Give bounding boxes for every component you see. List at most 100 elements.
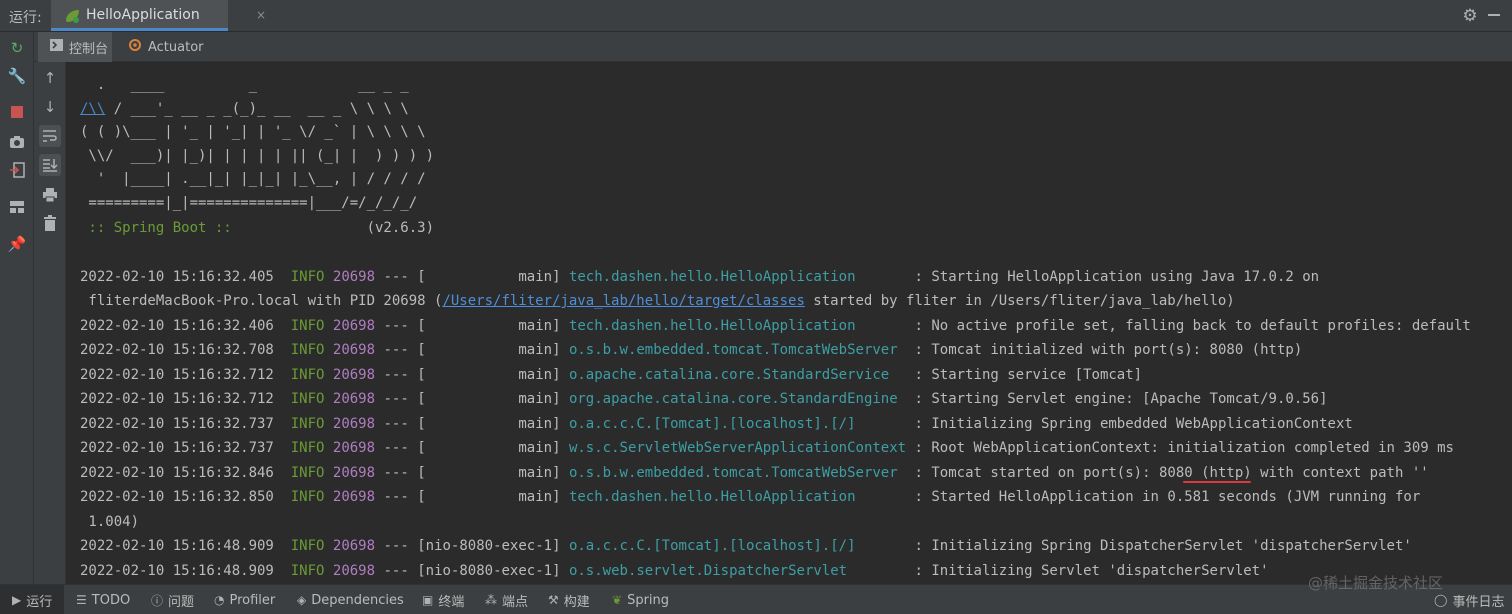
banner-line: . ____ _ __ _ _ (80, 77, 409, 93)
log-line: 2022-02-10 15:16:32.850 INFO 20698 --- [… (80, 487, 1420, 507)
log-message: : Started HelloApplication in 0.581 seco… (906, 489, 1421, 505)
log-line: 2022-02-10 15:16:32.406 INFO 20698 --- [… (80, 316, 1471, 336)
log-pid: 20698 (332, 538, 376, 554)
log-logger[interactable]: tech.dashen.hello.HelloApplication (569, 269, 906, 285)
log-line: 2022-02-10 15:16:32.737 INFO 20698 --- [… (80, 438, 1454, 458)
minimize-icon[interactable] (1488, 14, 1500, 16)
log-timestamp: 2022-02-10 15:16:32.712 (80, 391, 274, 407)
log-continuation: 1.004) (80, 514, 140, 530)
log-message: : Initializing Spring embedded WebApplic… (906, 416, 1353, 432)
log-timestamp: 2022-02-10 15:16:32.737 (80, 416, 274, 432)
arrow-down-icon[interactable]: ↓ (39, 96, 61, 118)
log-pid: 20698 (332, 391, 376, 407)
trash-icon[interactable] (39, 212, 61, 234)
log-logger[interactable]: org.apache.catalina.core.StandardEngine (569, 391, 906, 407)
log-level: INFO (290, 367, 325, 383)
log-logger[interactable]: o.s.b.w.embedded.tomcat.TomcatWebServer (569, 465, 906, 481)
log-level: INFO (290, 465, 325, 481)
run-tool-window-header: 运行: HelloApplication × ⚙ (0, 0, 1512, 32)
layout-icon[interactable] (8, 198, 26, 216)
log-timestamp: 2022-02-10 15:16:48.909 (80, 538, 274, 554)
log-line: 2022-02-10 15:16:32.737 INFO 20698 --- [… (80, 414, 1353, 434)
wrench-icon[interactable]: 🔧 (8, 67, 27, 85)
log-thread: main] (425, 342, 561, 358)
tool-endpoints-label: 端点 (502, 594, 529, 610)
tool-run[interactable]: ▶ 运行 (0, 585, 64, 614)
log-logger[interactable]: o.s.b.w.embedded.tomcat.TomcatWebServer (569, 342, 906, 358)
close-icon[interactable]: × (256, 8, 266, 22)
banner-line: \\/ ___)| |_)| | | | | || (_| | ) ) ) ) (80, 148, 435, 164)
tool-terminal[interactable]: ▣ 终端 (422, 585, 464, 614)
log-pid: 20698 (332, 563, 376, 579)
rerun-icon[interactable]: ↻ (8, 39, 26, 57)
log-separator: --- [ (383, 416, 426, 432)
log-level: INFO (290, 269, 325, 285)
log-separator: --- [ (383, 465, 426, 481)
soft-wrap-icon[interactable] (39, 125, 61, 147)
tab-console-label: 控制台 (69, 41, 109, 57)
tool-dependencies[interactable]: ◈ Dependencies (297, 585, 404, 614)
log-thread: main] (425, 367, 561, 383)
tab-hello-application[interactable]: HelloApplication × (51, 0, 266, 31)
log-timestamp: 2022-02-10 15:16:32.850 (80, 489, 274, 505)
banner-line-rest: / ___'_ __ _ _(_)_ __ __ _ \ \ \ \ (105, 101, 409, 117)
log-separator: --- [ (383, 318, 426, 334)
tool-profiler[interactable]: ◔ Profiler (214, 585, 275, 614)
camera-icon[interactable] (8, 133, 26, 151)
tool-dependencies-label: Dependencies (311, 592, 404, 608)
log-level: INFO (290, 342, 325, 358)
actuator-icon (128, 38, 142, 56)
spring-boot-icon (66, 10, 79, 23)
log-message: : Starting service [Tomcat] (906, 367, 1143, 383)
log-level: INFO (290, 391, 325, 407)
tool-problems[interactable]: ⓘ 问题 (151, 585, 194, 614)
speech-bubble-icon: ◯ (1434, 593, 1448, 607)
console-icon (50, 39, 63, 55)
run-subtabs: 控制台 Actuator (34, 32, 1512, 62)
log-logger[interactable]: o.a.c.c.C.[Tomcat].[localhost].[/] (569, 416, 906, 432)
log-line: 2022-02-10 15:16:48.909 INFO 20698 --- [… (80, 536, 1412, 556)
spring-icon: ❦ (612, 593, 623, 607)
tool-problems-label: 问题 (168, 594, 195, 610)
log-timestamp: 2022-02-10 15:16:32.405 (80, 269, 274, 285)
tool-spring[interactable]: ❦ Spring (612, 585, 669, 614)
log-logger[interactable]: o.a.c.c.C.[Tomcat].[localhost].[/] (569, 538, 906, 554)
log-timestamp: 2022-02-10 15:16:32.406 (80, 318, 274, 334)
banner-slash: /\\ (80, 101, 106, 117)
pin-icon[interactable]: 📌 (8, 235, 27, 253)
banner-line: ' |____| .__|_| |_|_| |_\__, | / / / / (80, 171, 426, 187)
log-pid: 20698 (332, 489, 376, 505)
tab-console[interactable]: 控制台 (38, 32, 112, 62)
log-pid: 20698 (332, 465, 376, 481)
arrow-up-icon[interactable]: ↑ (39, 67, 61, 89)
log-logger[interactable]: tech.dashen.hello.HelloApplication (569, 318, 906, 334)
scroll-to-end-icon[interactable] (39, 154, 61, 176)
log-thread: main] (425, 318, 561, 334)
info-icon: ⓘ (151, 593, 164, 608)
exit-icon[interactable] (8, 161, 26, 179)
console-output[interactable]: . ____ _ __ _ _ /\\ / ___'_ __ _ _(_)_ _… (67, 62, 1512, 584)
tool-build[interactable]: ⚒ 构建 (548, 585, 590, 614)
log-pid: 20698 (332, 416, 376, 432)
log-timestamp: 2022-02-10 15:16:32.737 (80, 440, 274, 456)
log-pid: 20698 (332, 342, 376, 358)
tool-endpoints[interactable]: ⁂ 端点 (485, 585, 528, 614)
log-logger[interactable]: w.s.c.ServletWebServerApplicationContext (569, 440, 906, 456)
tool-todo[interactable]: ☰ TODO (76, 585, 130, 614)
log-thread: main] (425, 440, 561, 456)
log-logger[interactable]: o.apache.catalina.core.StandardService (569, 367, 906, 383)
terminal-icon: ▣ (422, 593, 434, 607)
log-line: 2022-02-10 15:16:48.909 INFO 20698 --- [… (80, 561, 1269, 581)
banner-line: /\\ / ___'_ __ _ _(_)_ __ __ _ \ \ \ \ (80, 99, 409, 119)
log-thread: main] (425, 465, 561, 481)
log-logger[interactable]: tech.dashen.hello.HelloApplication (569, 489, 906, 505)
tab-actuator[interactable]: Actuator (128, 32, 218, 62)
log-logger[interactable]: o.s.web.servlet.DispatcherServlet (569, 563, 906, 579)
classes-path-link[interactable]: /Users/fliter/java_lab/hello/target/clas… (442, 293, 804, 309)
stop-icon[interactable] (8, 103, 26, 121)
tool-event-log[interactable]: ◯ 事件日志 (1434, 585, 1504, 614)
print-icon[interactable] (39, 184, 61, 206)
log-timestamp: 2022-02-10 15:16:48.909 (80, 563, 274, 579)
tool-todo-label: TODO (91, 592, 131, 608)
gear-icon[interactable]: ⚙ (1460, 6, 1480, 26)
